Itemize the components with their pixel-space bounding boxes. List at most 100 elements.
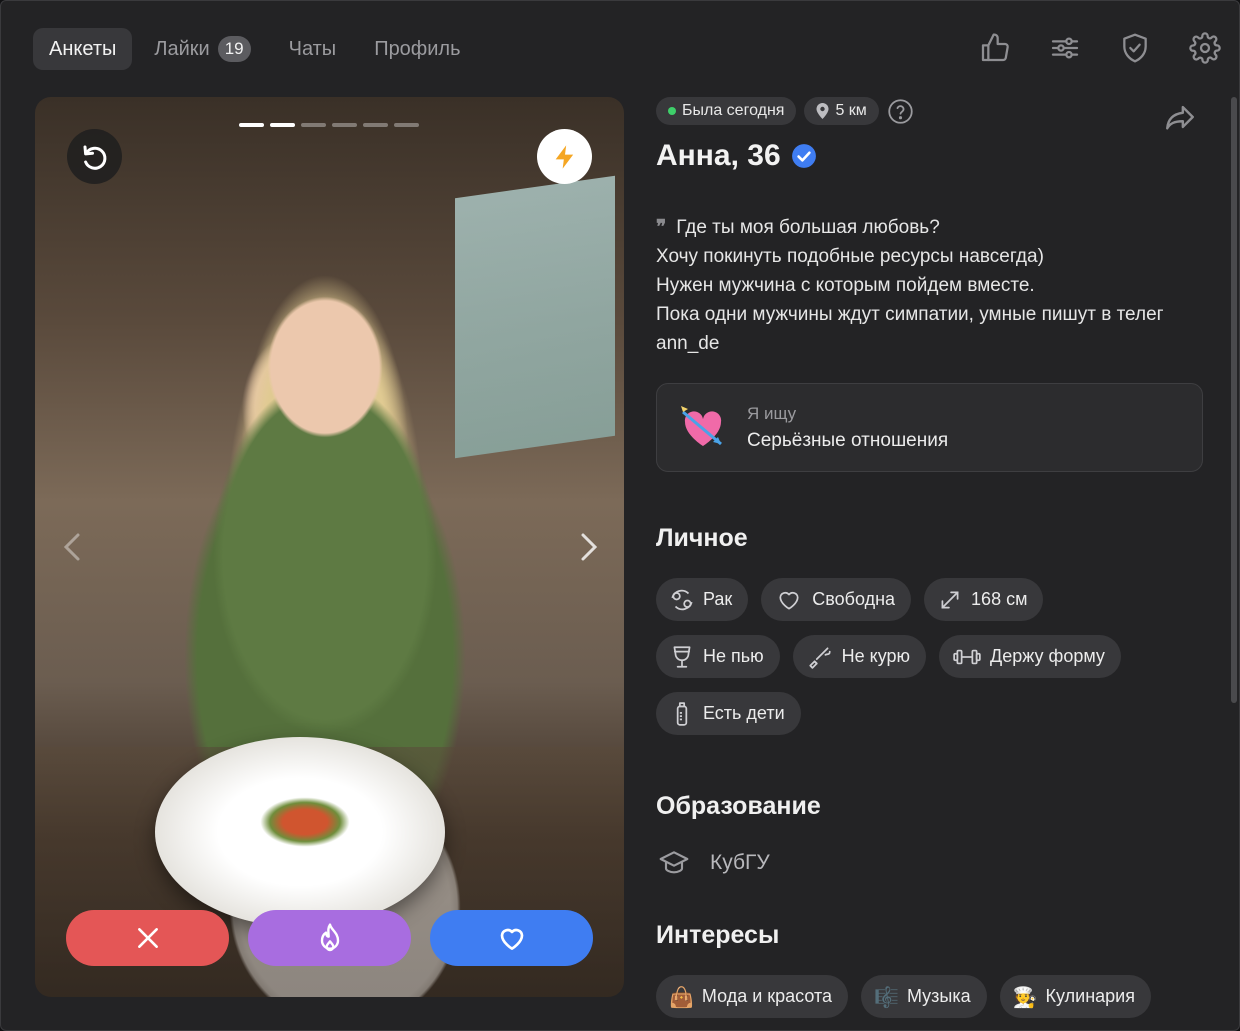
previous-photo-button[interactable] [57,527,87,567]
personal-tag: Рак [656,578,749,621]
undo-icon [83,145,106,170]
question-icon [888,98,913,124]
share-arrow-icon [1166,105,1194,130]
name-row: Анна, 36 [656,139,1206,173]
verified-badge-icon [791,144,816,168]
tab-chats[interactable]: Чаты [273,28,353,70]
photo-progress-segment[interactable] [301,123,326,127]
tag-label: Не пью [703,646,764,666]
tag-label: Музыка [906,986,971,1006]
app-window: Анкеты Лайки 19 Чаты Профиль Была сегодн… [0,0,1240,1031]
lightning-icon [555,144,573,169]
online-status-chip: Была сегодня [656,97,797,125]
tag-label: Кулинария [1045,986,1135,1006]
bio-line: ❞ Где ты моя большая любовь? [656,213,1206,242]
tab-label: Чаты [288,37,337,60]
profile-photo[interactable] [35,97,624,997]
interests-section-title: Интересы [656,921,780,949]
photo-progress-segment[interactable] [394,123,419,127]
tab-label: Профиль [374,37,461,60]
flame-icon [320,923,339,952]
profile-meta: Была сегодня 5 км [656,97,1206,125]
dumbbell-icon [953,649,981,664]
tag-label: Свободна [812,589,896,609]
thumbs-up-icon[interactable] [977,27,1013,69]
photo-progress-segment[interactable] [363,123,388,127]
chevron-right-icon [581,533,598,561]
shield-check-icon[interactable] [1117,27,1153,69]
personal-tag: Не пью [656,635,780,678]
help-button[interactable] [887,97,915,125]
handbag-icon: 👜 [669,984,694,1009]
interest-tag[interactable]: 🎼 Музыка [861,975,987,1018]
share-button[interactable] [1162,99,1198,135]
tag-label: Не курю [841,646,911,666]
like-button[interactable] [430,910,593,966]
looking-for-label: Я ищу [747,403,797,423]
likes-count-badge: 19 [217,36,251,62]
photo-progress-segment[interactable] [239,123,264,127]
interest-tags: 👜 Мода и красота 🎼 Музыка 🧑‍🍳 Кулинария [656,975,1206,1018]
personal-tag: Свободна [761,578,912,621]
music-score-icon: 🎼 [874,984,899,1009]
bio-line: Нужен мужчина с которым пойдем вместе. [656,275,1035,296]
top-nav: Анкеты Лайки 19 Чаты Профиль [33,28,477,70]
distance-text: 5 км [835,102,867,119]
tab-ankety[interactable]: Анкеты [33,28,133,70]
tag-label: Есть дети [703,703,785,723]
graduation-cap-icon [659,851,689,874]
interest-tag[interactable]: 🧑‍🍳 Кулинария [999,975,1151,1018]
undo-button[interactable] [67,129,122,184]
photo-progress-segment[interactable] [270,123,295,127]
dislike-button[interactable] [66,910,229,966]
looking-for-card: Я ищу Серьёзные отношения [656,383,1203,472]
quote-icon: ❞ [656,216,667,238]
baby-bottle-icon [676,701,688,726]
personal-tag: 168 см [924,578,1044,621]
interest-tag[interactable]: 👜 Мода и красота [656,975,849,1018]
gear-icon[interactable] [1187,27,1223,69]
swipe-actions [66,910,593,966]
photo-progress-indicator [239,123,419,127]
tab-likes[interactable]: Лайки 19 [138,28,266,70]
personal-tag: Держу форму [939,635,1121,678]
tab-label: Анкеты [49,37,117,60]
education-value: КубГУ [710,851,770,874]
profile-name: Анна, 36 [656,139,781,172]
tab-label: Лайки [154,37,210,60]
sliders-icon[interactable] [1047,27,1083,69]
education-row: КубГУ [656,847,1206,879]
heart-arrow-icon [681,405,722,446]
no-smoking-icon [809,646,831,669]
superlike-button[interactable] [248,910,411,966]
tab-profile[interactable]: Профиль [358,28,476,70]
tag-label: Рак [703,589,733,609]
profile-details: Была сегодня 5 км Анна, 36 ❞ Где ты моя б… [656,97,1206,1018]
bio-line: ann_de [656,333,720,354]
photo-progress-segment[interactable] [332,123,357,127]
heart-icon [500,928,523,950]
education-section-title: Образование [656,792,821,820]
profile-bio: ❞ Где ты моя большая любовь? Хочу покинут… [656,213,1206,358]
scrollbar-thumb[interactable] [1231,97,1237,703]
personal-tags: Рак Свободна 168 см Не пью Не курю Держу… [656,578,1176,735]
bio-line: Хочу покинуть подобные ресурсы навсегда) [656,246,1044,267]
looking-for-value: Серьёзные отношения [747,429,949,451]
location-pin-icon [816,103,829,119]
bio-line: Пока одни мужчины ждут симпатии, умные п… [656,304,1164,325]
personal-section-title: Личное [656,524,748,552]
close-icon [137,928,158,948]
personal-tag: Не курю [792,635,927,678]
tag-label: 168 см [971,589,1028,609]
online-dot [668,107,676,115]
distance-chip: 5 км [804,97,879,125]
photo-food [260,797,350,847]
chef-icon: 🧑‍🍳 [1012,984,1038,1009]
tag-label: Мода и красота [701,986,833,1006]
boost-button[interactable] [537,129,592,184]
chevron-left-icon [63,533,80,561]
next-photo-button[interactable] [574,527,604,567]
heart-icon [779,591,799,610]
looking-for-text: Я ищу Серьёзные отношения [747,404,948,452]
personal-tag: Есть дети [656,692,801,735]
